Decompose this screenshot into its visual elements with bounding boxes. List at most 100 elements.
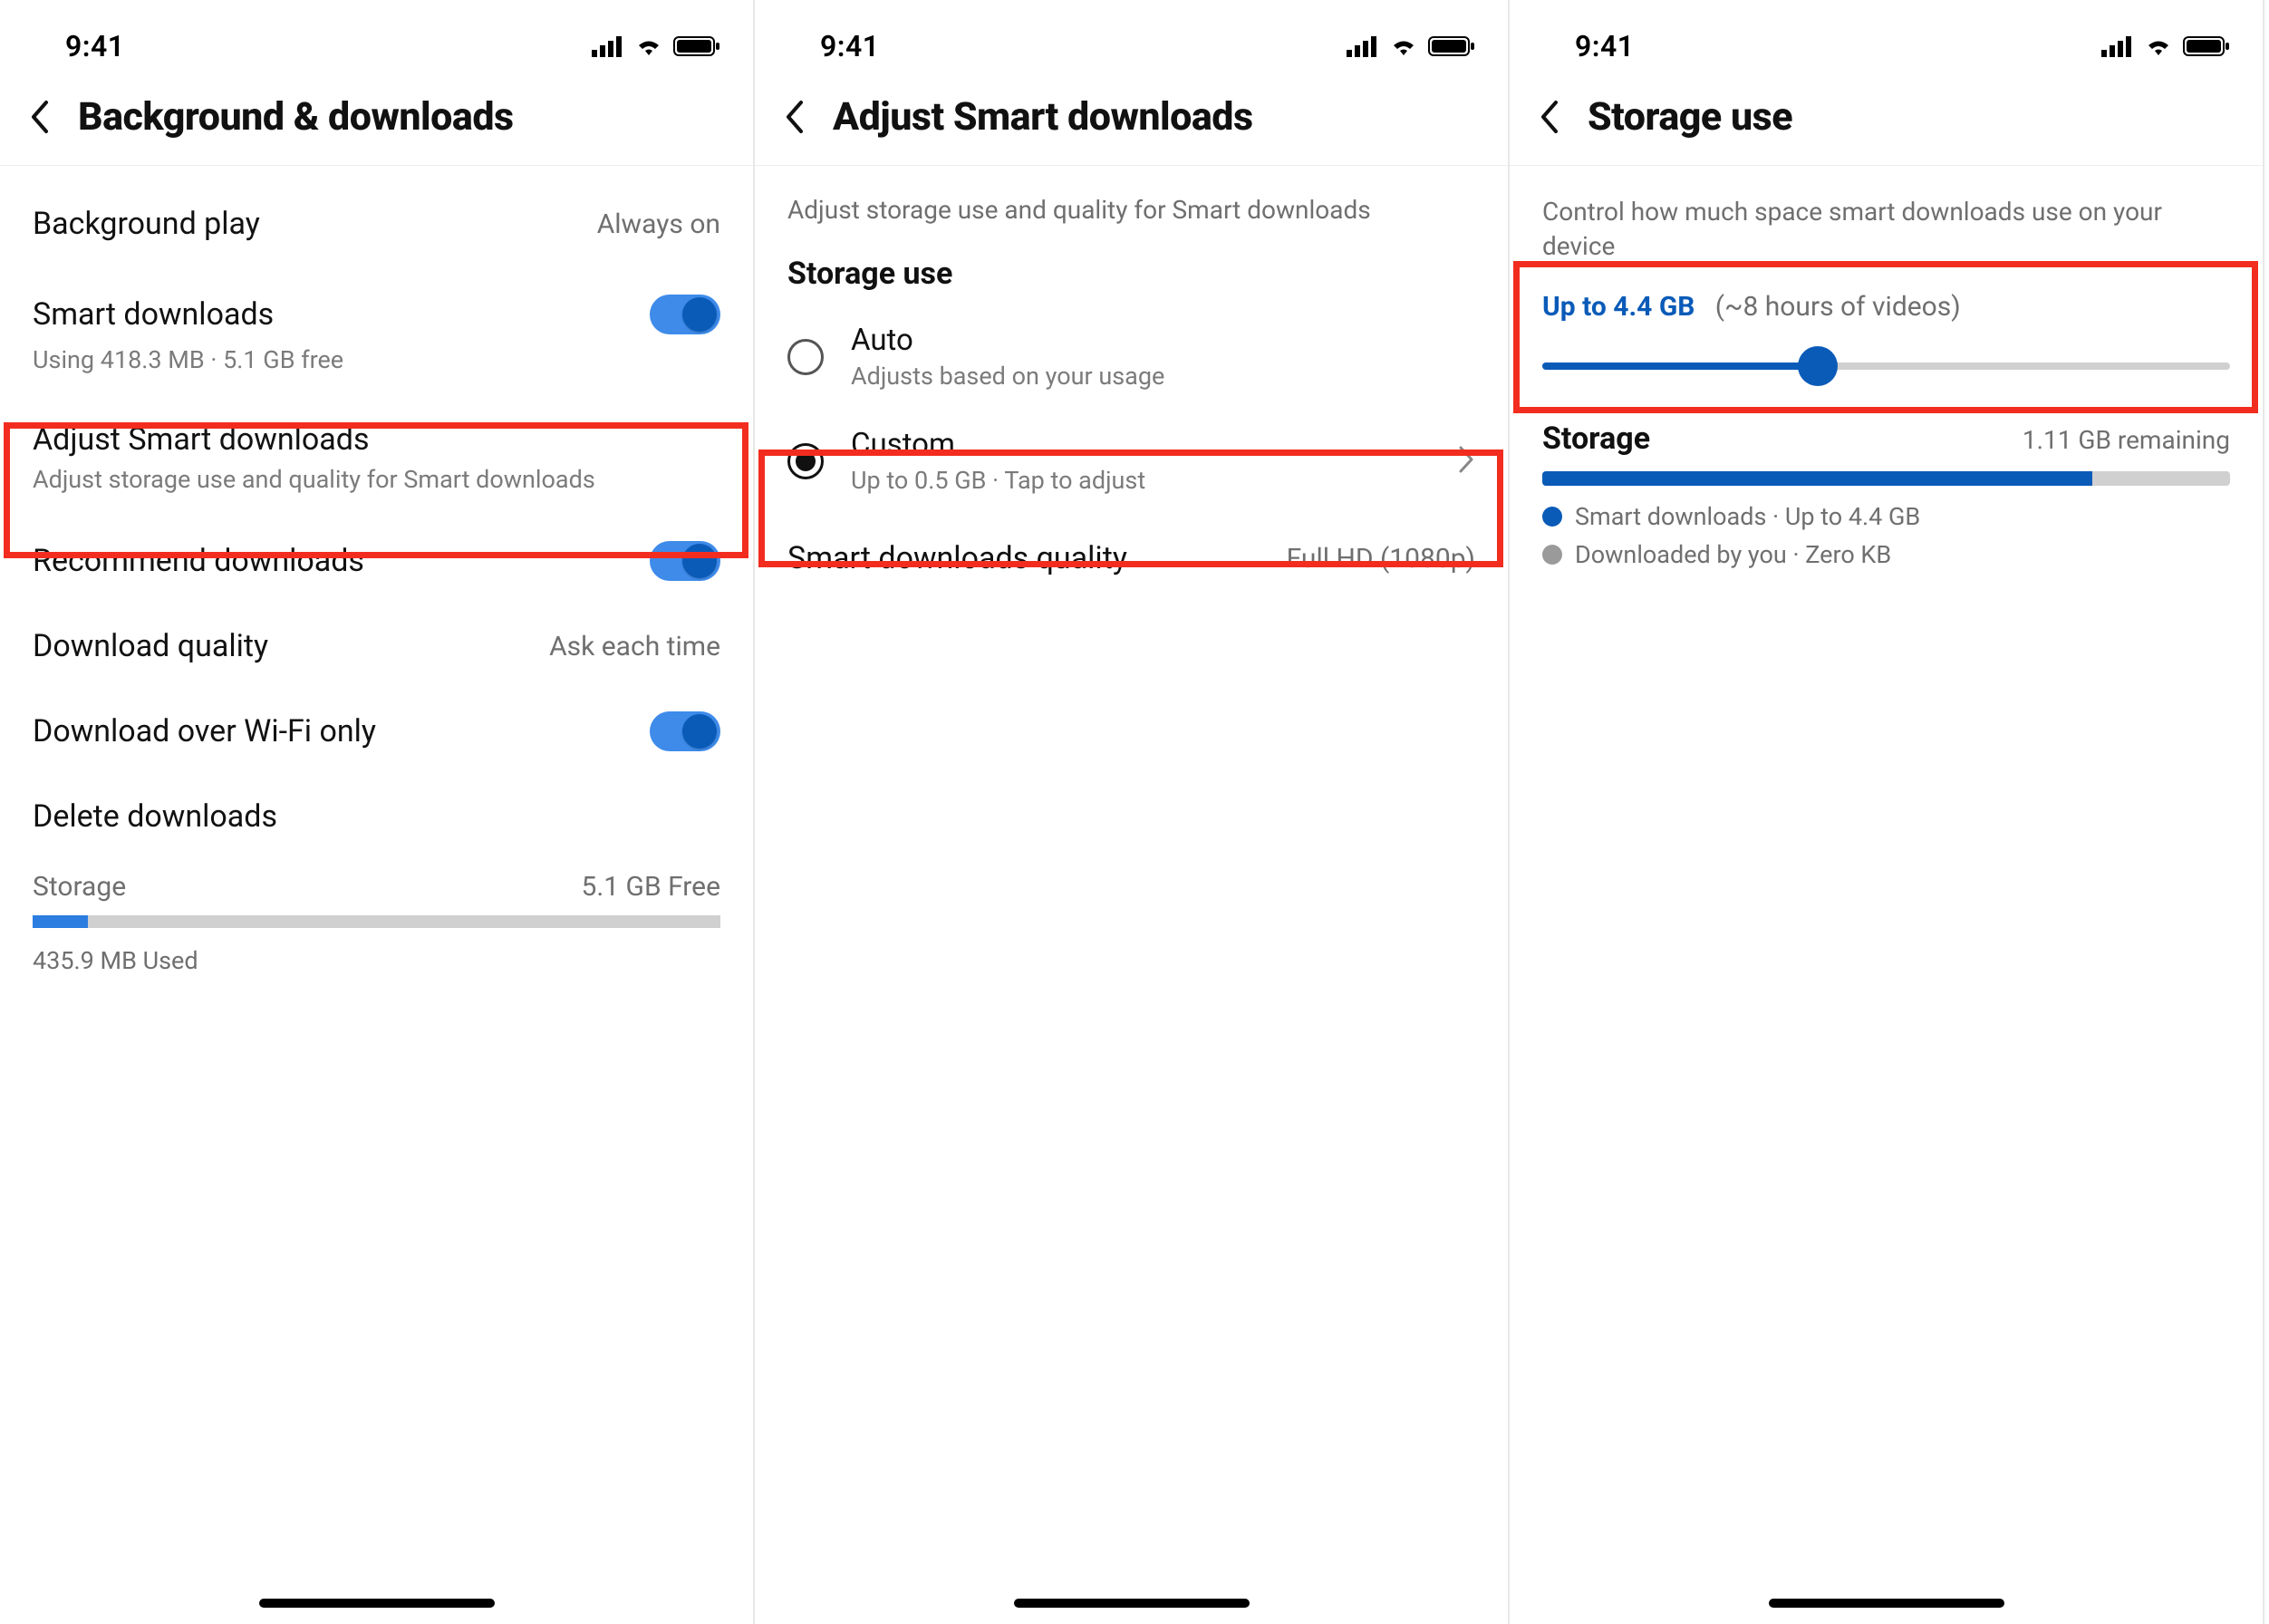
storage-section: Storage 1.11 GB remaining Smart download… [1510, 413, 2263, 569]
home-indicator [259, 1599, 495, 1608]
back-button[interactable] [777, 99, 813, 135]
header: Background & downloads [0, 83, 753, 166]
storage-free: 5.1 GB Free [581, 871, 720, 903]
swatch-icon [1542, 507, 1562, 527]
label: Adjust Smart downloads [33, 421, 370, 458]
home-indicator [1014, 1599, 1250, 1608]
label: Recommend downloads [33, 543, 364, 579]
page-title: Storage use [1588, 94, 1792, 140]
section-title: Storage use [755, 246, 1508, 304]
battery-icon [1428, 35, 1475, 57]
radio-icon [787, 443, 824, 479]
recommend-toggle[interactable] [650, 541, 720, 581]
smart-downloads-sub: Using 418.3 MB · 5.1 GB free [33, 345, 343, 374]
storage-legend: Smart downloads · Up to 4.4 GB Downloade… [1542, 502, 2230, 569]
screen-background-downloads: 9:41 Background & downloads Background p… [0, 0, 755, 1624]
storage-slider[interactable] [1542, 346, 2230, 386]
label: Custom [851, 427, 1430, 462]
screen-storage-use: 9:41 Storage use Control how much space … [1510, 0, 2264, 1624]
header: Adjust Smart downloads [755, 83, 1508, 166]
cellular-icon [1347, 35, 1379, 57]
row-wifi-only: Download over Wi-Fi only [0, 688, 753, 775]
legend-text: Smart downloads · Up to 4.4 GB [1575, 502, 1920, 531]
storage-bar [1542, 471, 2230, 486]
toggle-knob [682, 714, 717, 749]
value: Ask each time [549, 631, 720, 662]
row-smart-downloads: Smart downloads [0, 266, 753, 345]
wifi-icon [2143, 35, 2174, 57]
row-recommend-downloads: Recommend downloads [0, 517, 753, 604]
label: Smart downloads quality [787, 540, 1127, 576]
label: Download quality [33, 628, 268, 664]
sublabel: Adjust storage use and quality for Smart… [33, 465, 595, 494]
row-download-quality[interactable]: Download quality Ask each time [0, 604, 753, 688]
label: Delete downloads [33, 798, 277, 835]
cellular-icon [592, 35, 624, 57]
legend-downloaded-by-you: Downloaded by you · Zero KB [1542, 540, 2230, 569]
toggle-knob [682, 544, 717, 578]
chevron-left-icon [783, 99, 806, 135]
storage-label: Storage [1542, 420, 1650, 457]
slider-hint: (~8 hours of videos) [1715, 291, 1961, 323]
battery-icon [673, 35, 720, 57]
slider-track [1542, 362, 2230, 370]
storage-remaining: 1.11 GB remaining [2023, 425, 2230, 455]
slider-value: Up to 4.4 GB [1542, 291, 1695, 323]
section-description: Control how much space smart downloads u… [1510, 182, 2263, 278]
section-description: Adjust storage use and quality for Smart… [755, 182, 1508, 246]
status-time: 9:41 [65, 29, 125, 63]
status-bar: 9:41 [1510, 0, 2263, 83]
slider-thumb[interactable] [1798, 346, 1838, 386]
storage-used: 435.9 MB Used [33, 946, 720, 975]
status-time: 9:41 [1575, 29, 1635, 63]
legend-smart-downloads: Smart downloads · Up to 4.4 GB [1542, 502, 2230, 531]
storage-bar [33, 915, 720, 928]
wifi-only-toggle[interactable] [650, 711, 720, 751]
value: Always on [597, 208, 720, 240]
swatch-icon [1542, 545, 1562, 565]
header: Storage use [1510, 83, 2263, 166]
settings-list: Background play Always on Smart download… [0, 166, 753, 975]
toggle-knob [682, 297, 717, 332]
wifi-icon [633, 35, 664, 57]
storage-block: Storage 5.1 GB Free 435.9 MB Used [0, 864, 753, 975]
status-bar: 9:41 [755, 0, 1508, 83]
back-button[interactable] [22, 99, 58, 135]
sublabel: Adjusts based on your usage [851, 362, 1475, 391]
label: Download over Wi-Fi only [33, 713, 376, 749]
content: Control how much space smart downloads u… [1510, 166, 2263, 569]
smart-downloads-toggle[interactable] [650, 295, 720, 334]
value: Full HD (1080p) [1287, 543, 1475, 575]
cellular-icon [2101, 35, 2134, 57]
radio-auto[interactable]: Auto Adjusts based on your usage [755, 304, 1508, 409]
page-title: Background & downloads [78, 94, 514, 140]
chevron-left-icon [1538, 99, 1561, 135]
slider-fill [1542, 362, 1818, 370]
screen-adjust-smart-downloads: 9:41 Adjust Smart downloads Adjust stora… [755, 0, 1510, 1624]
battery-icon [2183, 35, 2230, 57]
row-adjust-smart-downloads[interactable]: Adjust Smart downloads Adjust storage us… [0, 398, 753, 517]
chevron-right-icon [1457, 444, 1475, 478]
storage-seg-smart [1542, 471, 2092, 486]
chevron-left-icon [28, 99, 52, 135]
label: Background play [33, 206, 260, 242]
legend-text: Downloaded by you · Zero KB [1575, 540, 1891, 569]
row-smart-downloads-quality[interactable]: Smart downloads quality Full HD (1080p) [755, 513, 1508, 600]
back-button[interactable] [1531, 99, 1568, 135]
radio-custom[interactable]: Custom Up to 0.5 GB · Tap to adjust [755, 409, 1508, 513]
storage-label: Storage [33, 871, 126, 903]
slider-label: Up to 4.4 GB (~8 hours of videos) [1542, 291, 2230, 323]
wifi-icon [1388, 35, 1419, 57]
status-icons [1347, 35, 1475, 57]
status-icons [592, 35, 720, 57]
status-bar: 9:41 [0, 0, 753, 83]
status-time: 9:41 [820, 29, 880, 63]
home-indicator [1769, 1599, 2004, 1608]
storage-fill [33, 915, 88, 928]
page-title: Adjust Smart downloads [833, 94, 1253, 140]
row-delete-downloads[interactable]: Delete downloads [0, 775, 753, 858]
row-background-play[interactable]: Background play Always on [0, 182, 753, 266]
label: Smart downloads [33, 296, 274, 333]
content: Adjust storage use and quality for Smart… [755, 166, 1508, 600]
sublabel: Up to 0.5 GB · Tap to adjust [851, 466, 1430, 495]
